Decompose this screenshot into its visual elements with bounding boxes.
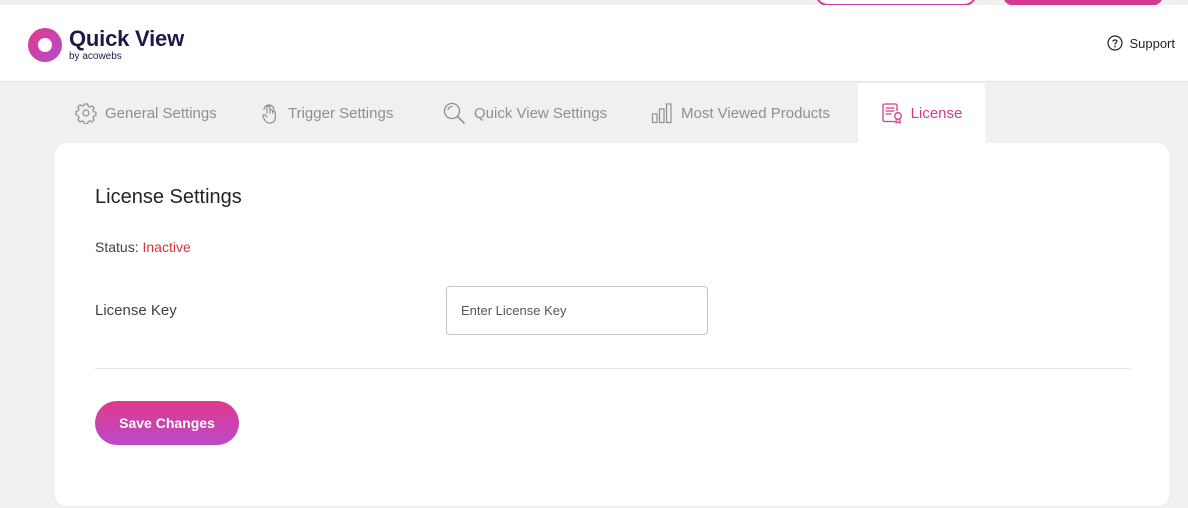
tab-quick-view-settings[interactable]: Quick View Settings <box>442 83 607 143</box>
license-key-input[interactable] <box>446 286 708 335</box>
tab-label: Trigger Settings <box>288 104 394 122</box>
bar-chart-icon <box>651 103 672 124</box>
license-status: Status: Inactive <box>95 239 191 255</box>
gear-icon <box>75 103 97 124</box>
brand-text: Quick View by acowebs <box>69 28 184 62</box>
certificate-icon <box>881 103 902 124</box>
quick-view-logo-icon <box>28 28 62 62</box>
status-badge: Inactive <box>142 239 191 255</box>
magnifier-icon <box>443 102 465 124</box>
save-changes-button[interactable]: Save Changes <box>95 401 239 445</box>
page-root: Quick View by acowebs Support General Se… <box>0 0 1188 508</box>
license-key-label: License Key <box>95 302 177 319</box>
tab-label: General Settings <box>105 104 217 122</box>
support-link[interactable]: Support <box>1107 35 1175 51</box>
tab-most-viewed-products[interactable]: Most Viewed Products <box>651 83 830 143</box>
page-title: License Settings <box>95 186 242 208</box>
brand-logo: Quick View by acowebs <box>28 28 184 62</box>
tab-general-settings[interactable]: General Settings <box>75 83 217 143</box>
support-label: Support <box>1129 35 1175 51</box>
status-label: Status: <box>95 239 139 255</box>
touch-icon <box>262 104 276 124</box>
tab-trigger-settings[interactable]: Trigger Settings <box>258 83 393 143</box>
app-header: Quick View by acowebs Support <box>0 5 1188 82</box>
brand-title: Quick View <box>69 26 184 51</box>
tab-label: Quick View Settings <box>474 104 608 122</box>
help-circle-icon <box>1107 35 1124 51</box>
license-settings-card: License Settings Status: Inactive Licens… <box>55 143 1169 506</box>
brand-subtitle: by acowebs <box>69 51 122 62</box>
settings-tabs: General Settings Trigger Settings Quick … <box>0 83 1188 143</box>
tab-label: License <box>910 104 963 122</box>
tab-label: Most Viewed Products <box>681 104 830 122</box>
divider <box>95 368 1130 369</box>
tab-license[interactable]: License <box>858 83 985 143</box>
